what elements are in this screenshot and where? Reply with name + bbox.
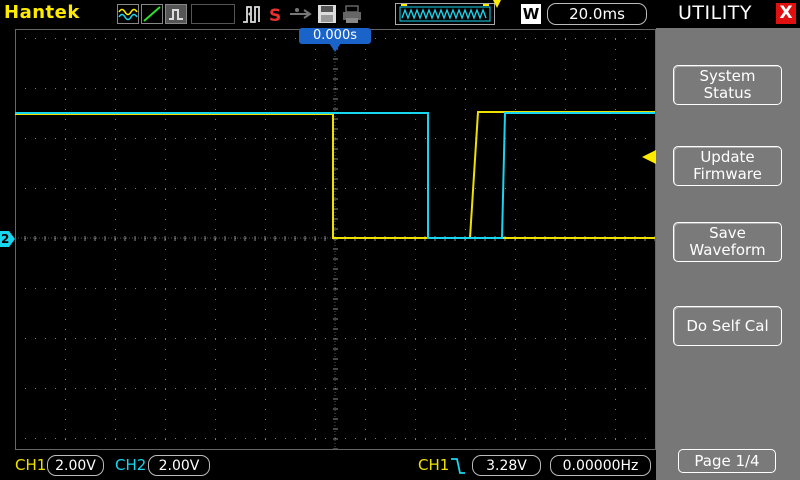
update-firmware-button[interactable]: Update Firmware xyxy=(673,146,782,186)
trigger-marker-top-icon xyxy=(493,0,501,8)
memory-waveform-icon xyxy=(395,3,495,25)
trigger-source-label: CH1 xyxy=(418,456,450,474)
waveform-display[interactable] xyxy=(15,29,656,450)
stop-icon[interactable]: S xyxy=(267,4,285,24)
run-state-icon[interactable] xyxy=(165,4,187,24)
usb-icon xyxy=(290,8,312,19)
ch2-label: CH2 xyxy=(115,456,147,474)
ch2-level-marker[interactable]: 2 xyxy=(0,231,15,247)
top-toolbar: Hantek S W 20.0ms xyxy=(0,0,656,28)
ramp-icon[interactable] xyxy=(141,4,163,24)
trigger-level-readout[interactable]: 3.28V xyxy=(472,455,541,476)
ch1-waveform-overlay xyxy=(333,111,655,239)
system-status-button[interactable]: System Status xyxy=(673,65,782,105)
timebase-readout[interactable]: 20.0ms xyxy=(547,3,647,25)
waveform-graticule xyxy=(15,29,656,450)
ch2-level-marker-label: 2 xyxy=(1,232,10,246)
menu-title-bar: UTILITY X xyxy=(656,0,800,28)
svg-text:S: S xyxy=(269,6,281,24)
trigger-position-marker[interactable]: 0.000s xyxy=(299,28,371,52)
close-icon[interactable]: X xyxy=(776,3,796,24)
ch1-scale-readout[interactable]: 2.00V xyxy=(47,455,104,476)
save-icon[interactable] xyxy=(316,4,338,24)
ch2-scale-readout[interactable]: 2.00V xyxy=(148,455,210,476)
ch1-label: CH1 xyxy=(15,456,47,474)
print-icon[interactable] xyxy=(341,4,363,24)
falling-edge-icon xyxy=(451,458,465,474)
menu-title: UTILITY xyxy=(678,2,753,24)
timebase-prefix: W xyxy=(521,4,541,24)
trigger-position-label: 0.000s xyxy=(299,28,371,44)
waveform-icon[interactable] xyxy=(117,4,139,24)
utility-menu-panel: UTILITY X System Status Update Firmware … xyxy=(656,0,800,480)
status-bar: CH1 2.00V CH2 2.00V CH1 3.28V 0.00000Hz xyxy=(0,452,656,480)
trigger-pulse-icon[interactable] xyxy=(241,4,263,24)
trigger-position-arrow-icon xyxy=(329,43,341,52)
save-waveform-button[interactable]: Save Waveform xyxy=(673,222,782,262)
page-indicator-button[interactable]: Page 1/4 xyxy=(678,449,776,473)
trigger-level-marker-icon[interactable] xyxy=(642,150,656,164)
blank-slot-icon xyxy=(191,4,235,24)
frequency-readout: 0.00000Hz xyxy=(550,455,651,476)
do-self-cal-button[interactable]: Do Self Cal xyxy=(673,306,782,346)
brand-logo: Hantek xyxy=(4,2,80,23)
